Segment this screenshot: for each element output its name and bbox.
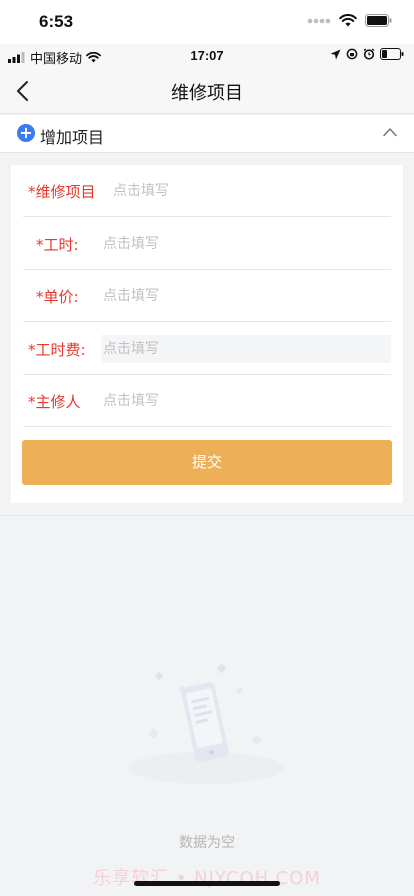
inner-status-icons [330,48,404,60]
add-item-label[interactable]: 增加项目 [40,124,104,148]
battery-small-icon [380,48,404,60]
outer-status-bar: 6:53 [0,0,414,44]
home-indicator[interactable] [134,881,280,886]
work-hours-label: *工时: [36,236,79,254]
labor-cost-label: *工时费: [28,341,86,359]
page-title: 维修项目 [171,83,243,104]
empty-state-text: 数据为空 [179,835,235,851]
form-row-work-hours: *工时: [23,218,391,270]
repair-item-form: *维修项目 *工时: *单价: *工时费: *主修人 提交 [11,165,403,503]
signal-dots-icon [307,18,331,23]
repair-item-input[interactable] [111,177,391,205]
section-divider [0,515,414,516]
navigation-bar: 维修项目 [0,68,414,114]
outer-status-icons [307,14,392,27]
form-row-repair-item: *维修项目 [23,165,391,217]
repair-item-label: *维修项目 [28,183,96,201]
alarm-clock-icon [363,48,375,60]
unit-price-input[interactable] [101,282,391,310]
lead-technician-input[interactable] [101,387,391,415]
wifi-icon [339,14,357,27]
work-hours-input[interactable] [101,230,391,258]
watermark-text: 乐享软汇 • NJYCOH.COM [93,868,321,889]
rotation-lock-icon [346,48,358,60]
inner-status-bar: 中国移动 17:07 [0,44,414,68]
plus-circle-icon[interactable]: + [17,124,35,142]
outer-status-time: 6:53 [39,12,74,31]
lead-technician-label: *主修人 [28,393,81,411]
form-row-lead-technician: *主修人 [23,375,391,427]
labor-cost-input [101,335,391,363]
form-row-labor-cost: *工时费: [23,323,391,375]
location-arrow-icon [330,49,341,59]
submit-button[interactable]: 提交 [22,440,392,485]
battery-icon [365,14,392,27]
empty-phone-illustration [127,663,283,784]
add-item-bar[interactable]: + 增加项目 [0,115,414,153]
chevron-up-icon[interactable] [383,127,397,137]
form-row-unit-price: *单价: [23,270,391,322]
unit-price-label: *单价: [36,288,79,306]
